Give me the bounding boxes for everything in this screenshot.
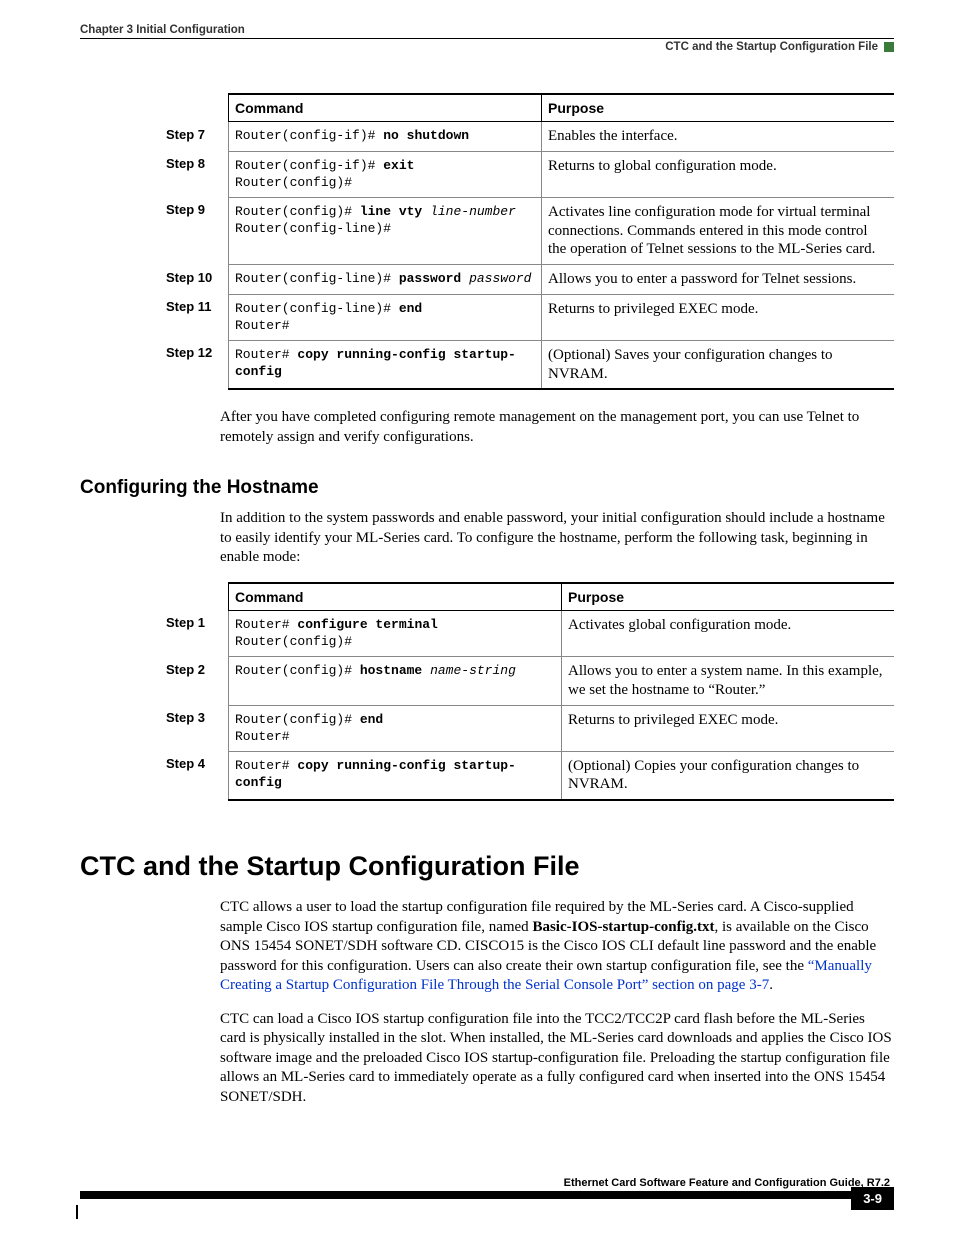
- command-cell: Router(config-line)# endRouter#: [229, 294, 542, 340]
- purpose-cell: (Optional) Saves your configuration chan…: [542, 340, 895, 389]
- col-step-blank: [160, 94, 229, 122]
- header-marker-icon: [884, 42, 894, 52]
- col-purpose-header-2: Purpose: [562, 583, 895, 611]
- command-cell: Router# copy running-config startup-conf…: [229, 751, 562, 800]
- command-cell: Router(config)# endRouter#: [229, 705, 562, 751]
- purpose-cell: Allows you to enter a password for Telne…: [542, 265, 895, 295]
- step-label: Step 8: [160, 151, 229, 197]
- footer-rule: 3-9: [80, 1191, 894, 1199]
- command-cell: Router(config-if)# exitRouter(config)#: [229, 151, 542, 197]
- step-label: Step 1: [160, 610, 229, 656]
- step-label: Step 11: [160, 294, 229, 340]
- command-cell: Router(config)# line vty line-numberRout…: [229, 197, 542, 264]
- purpose-cell: Returns to privileged EXEC mode.: [542, 294, 895, 340]
- step-label: Step 4: [160, 751, 229, 800]
- command-cell: Router(config)# hostname name-string: [229, 657, 562, 706]
- command-cell: Router(config-if)# no shutdown: [229, 122, 542, 152]
- header-rule: [80, 38, 894, 39]
- paragraph-ctc-intro: CTC allows a user to load the startup co…: [220, 898, 894, 996]
- paragraph-telnet-note: After you have completed configuring rem…: [220, 408, 894, 447]
- crop-mark-icon: [76, 1205, 78, 1219]
- purpose-cell: Returns to global configuration mode.: [542, 151, 895, 197]
- command-cell: Router(config-line)# password password: [229, 265, 542, 295]
- purpose-cell: Activates global configuration mode.: [562, 610, 895, 656]
- page-number: 3-9: [851, 1187, 894, 1210]
- filename-basic-ios: Basic-IOS-startup-config.txt: [532, 919, 714, 935]
- paragraph-hostname-intro: In addition to the system passwords and …: [220, 509, 894, 568]
- command-cell: Router# copy running-config startup-conf…: [229, 340, 542, 389]
- col-step-blank-2: [160, 583, 229, 611]
- heading-configuring-hostname: Configuring the Hostname: [80, 477, 894, 499]
- step-label: Step 3: [160, 705, 229, 751]
- col-purpose-header: Purpose: [542, 94, 895, 122]
- running-header-left: Chapter 3 Initial Configuration: [80, 24, 894, 36]
- purpose-cell: Allows you to enter a system name. In th…: [562, 657, 895, 706]
- running-header-right: CTC and the Startup Configuration File: [80, 41, 894, 53]
- paragraph-ctc-preload: CTC can load a Cisco IOS startup configu…: [220, 1010, 894, 1108]
- footer-doc-title: Ethernet Card Software Feature and Confi…: [80, 1177, 894, 1189]
- command-table-1: Command Purpose Step 7Router(config-if)#…: [160, 93, 894, 390]
- command-table-2: Command Purpose Step 1Router# configure …: [160, 582, 894, 801]
- purpose-cell: (Optional) Copies your configuration cha…: [562, 751, 895, 800]
- purpose-cell: Returns to privileged EXEC mode.: [562, 705, 895, 751]
- step-label: Step 7: [160, 122, 229, 152]
- step-label: Step 2: [160, 657, 229, 706]
- command-cell: Router# configure terminalRouter(config)…: [229, 610, 562, 656]
- col-command-header-2: Command: [229, 583, 562, 611]
- page-footer: Ethernet Card Software Feature and Confi…: [80, 1177, 894, 1199]
- purpose-cell: Activates line configuration mode for vi…: [542, 197, 895, 264]
- step-label: Step 10: [160, 265, 229, 295]
- step-label: Step 9: [160, 197, 229, 264]
- col-command-header: Command: [229, 94, 542, 122]
- purpose-cell: Enables the interface.: [542, 122, 895, 152]
- heading-ctc-startup: CTC and the Startup Configuration File: [80, 851, 894, 882]
- step-label: Step 12: [160, 340, 229, 389]
